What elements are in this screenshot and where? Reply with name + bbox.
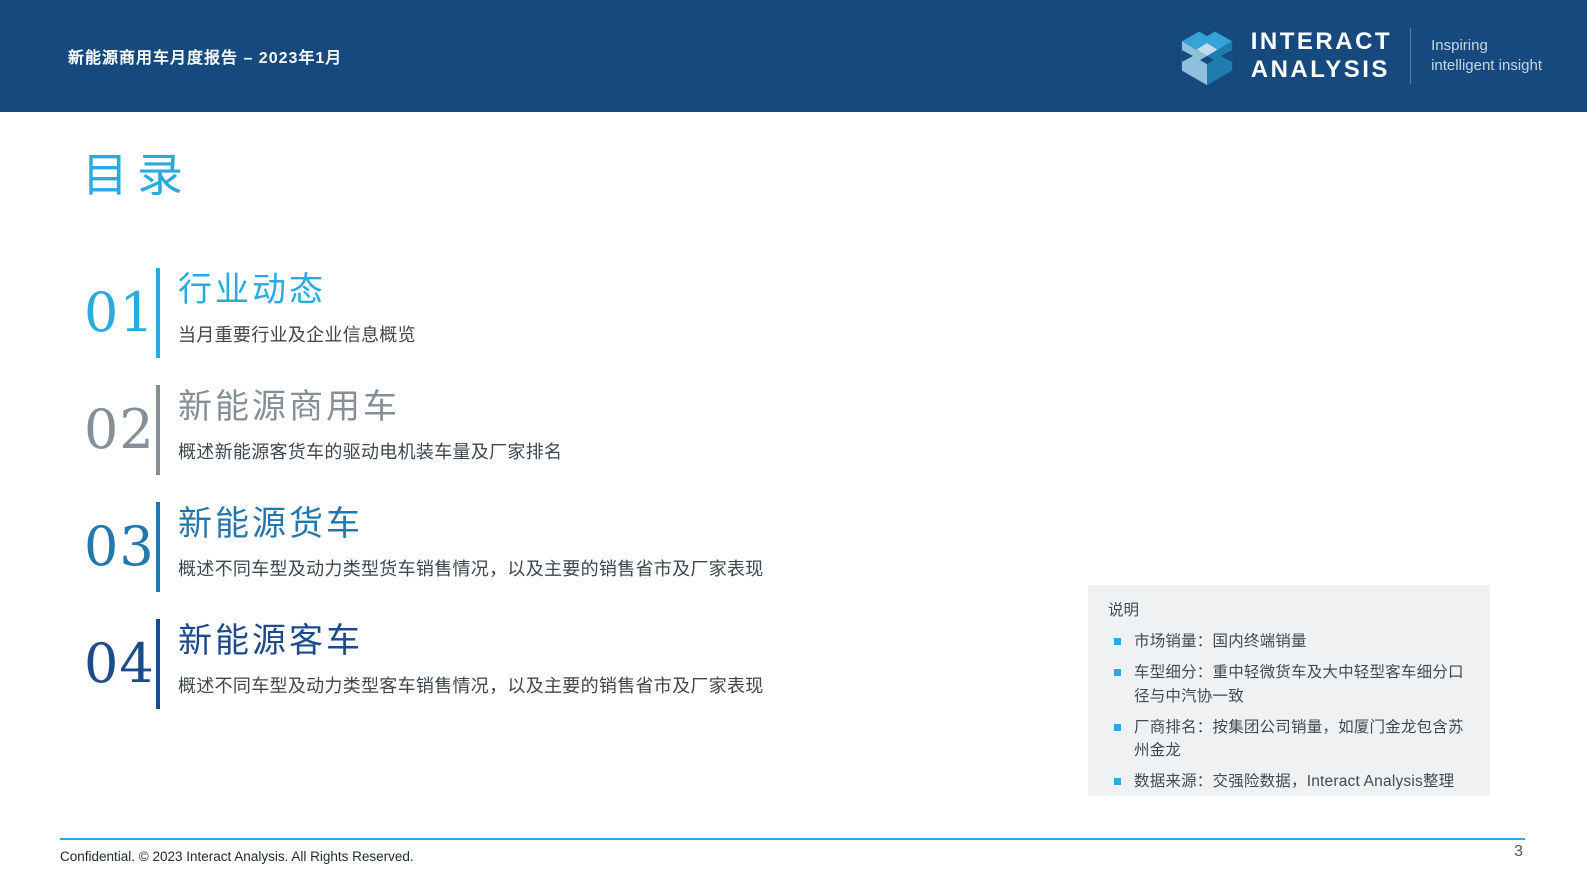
toc-item-01[interactable]: 01 行业动态 当月重要行业及企业信息概览 (84, 268, 864, 358)
header-bar: 新能源商用车月度报告 – 2023年1月 INTERACT ANALYSIS I… (0, 0, 1587, 112)
toc-item-title: 新能源货车 (178, 504, 363, 544)
logo-tagline-line2: intelligent insight (1431, 57, 1542, 74)
toc-item-subtitle: 概述新能源客货车的驱动电机装车量及厂家排名 (178, 442, 563, 463)
logo-tagline-line1: Inspiring (1431, 36, 1488, 54)
notes-panel: 说明 市场销量：国内终端销量 车型细分：重中轻微货车及大中轻型客车细分口径与中汽… (1088, 585, 1490, 796)
toc-item-accent-bar (156, 385, 160, 475)
bullet-square-icon (1114, 669, 1121, 677)
logo-wordmark: INTERACT ANALYSIS (1251, 28, 1392, 85)
toc-item-subtitle: 概述不同车型及动力类型客车销售情况，以及主要的销售省市及厂家表现 (178, 676, 764, 697)
interact-analysis-logo: INTERACT ANALYSIS Inspiring intelligent … (1179, 25, 1542, 87)
toc-item-number: 04 (84, 632, 155, 695)
footer-divider (60, 838, 1525, 840)
report-title: 新能源商用车月度报告 – 2023年1月 (68, 50, 343, 67)
toc-item-number: 02 (84, 398, 155, 461)
footer-copyright: Confidential. © 2023 Interact Analysis. … (60, 849, 414, 864)
note-text: 厂商排名：按集团公司销量，如厦门金龙包含苏州金龙 (1134, 718, 1464, 759)
toc-item-subtitle: 概述不同车型及动力类型货车销售情况，以及主要的销售省市及厂家表现 (178, 559, 764, 580)
logo-wordmark-line1: INTERACT (1250, 27, 1393, 55)
note-item: 市场销量：国内终端销量 (1108, 630, 1472, 653)
toc-item-text: 新能源货车 概述不同车型及动力类型货车销售情况，以及主要的销售省市及厂家表现 (178, 502, 764, 592)
interact-analysis-logo-icon (1181, 26, 1232, 86)
logo-wordmark-line2: ANALYSIS (1250, 56, 1390, 83)
logo-tagline: Inspiring intelligent insight (1431, 36, 1542, 77)
toc-item-accent-bar (156, 619, 160, 709)
toc-item-subtitle: 当月重要行业及企业信息概览 (178, 325, 416, 346)
toc-item-02[interactable]: 02 新能源商用车 概述新能源客货车的驱动电机装车量及厂家排名 (84, 385, 864, 475)
note-text: 市场销量：国内终端销量 (1134, 633, 1307, 650)
toc-item-title: 新能源客车 (178, 621, 363, 661)
toc-item-title: 行业动态 (178, 270, 326, 310)
bullet-square-icon (1114, 778, 1121, 786)
toc-item-04[interactable]: 04 新能源客车 概述不同车型及动力类型客车销售情况，以及主要的销售省市及厂家表… (84, 619, 864, 709)
toc-item-text: 行业动态 当月重要行业及企业信息概览 (178, 268, 416, 358)
toc-list: 01 行业动态 当月重要行业及企业信息概览 02 新能源商用车 概述新能源客货车… (84, 268, 864, 736)
toc-item-03[interactable]: 03 新能源货车 概述不同车型及动力类型货车销售情况，以及主要的销售省市及厂家表… (84, 502, 864, 592)
notes-heading: 说明 (1108, 602, 1140, 619)
bullet-square-icon (1114, 638, 1121, 645)
toc-item-title: 新能源商用车 (178, 387, 400, 427)
toc-item-accent-bar (156, 268, 160, 358)
toc-item-text: 新能源商用车 概述新能源客货车的驱动电机装车量及厂家排名 (178, 385, 562, 475)
logo-divider (1410, 28, 1412, 84)
note-item: 数据来源：交强险数据，Interact Analysis整理 (1108, 770, 1472, 793)
note-text: 数据来源：交强险数据，Interact Analysis整理 (1134, 773, 1455, 791)
note-item: 车型细分：重中轻微货车及大中轻型客车细分口径与中汽协一致 (1108, 661, 1472, 708)
toc-item-text: 新能源客车 概述不同车型及动力类型客车销售情况，以及主要的销售省市及厂家表现 (178, 619, 764, 709)
toc-item-number: 03 (84, 515, 155, 578)
page-number: 3 (1514, 843, 1523, 860)
toc-item-accent-bar (156, 502, 160, 592)
toc-heading: 目录 (82, 148, 192, 202)
bullet-square-icon (1114, 723, 1121, 731)
toc-item-number: 01 (84, 281, 155, 344)
note-item: 厂商排名：按集团公司销量，如厦门金龙包含苏州金龙 (1108, 716, 1472, 763)
note-text: 车型细分：重中轻微货车及大中轻型客车细分口径与中汽协一致 (1134, 664, 1464, 705)
